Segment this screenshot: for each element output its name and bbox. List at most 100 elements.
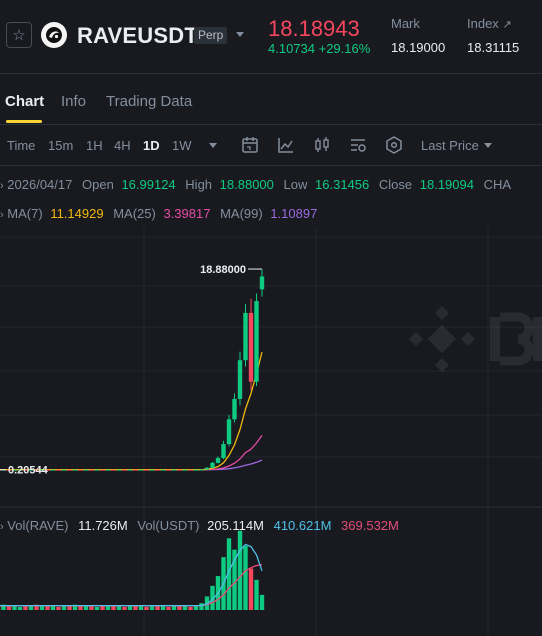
- tab-info[interactable]: Info: [61, 93, 86, 110]
- candle: [116, 469, 122, 471]
- low-value: 16.31456: [315, 177, 370, 192]
- volume-collapse-chevron-icon[interactable]: ›: [0, 521, 4, 533]
- volume-bar: [144, 606, 149, 610]
- hexagon-settings-icon[interactable]: [384, 135, 404, 155]
- ma-legend: › MA(7) 11.14929 MA(25) 3.39817 MA(99) 1…: [0, 206, 317, 221]
- index-price-label-text: Index: [467, 16, 499, 31]
- vol-usdt-value: 205.114M: [207, 518, 264, 533]
- volume-bar: [50, 606, 56, 610]
- candle: [83, 469, 89, 471]
- candle: [78, 469, 83, 471]
- volume-bar: [259, 594, 265, 610]
- candle: [155, 469, 160, 471]
- price-type-chevron-icon[interactable]: [484, 143, 492, 148]
- ma-collapse-chevron-icon[interactable]: ›: [0, 209, 4, 221]
- candle: [61, 469, 67, 471]
- timeframe-15m[interactable]: 15m: [48, 138, 73, 153]
- candle: [89, 469, 94, 471]
- candle: [188, 469, 193, 471]
- binance-watermark-logo: [408, 305, 542, 373]
- price-change: 4.10734 +29.16%: [268, 41, 371, 56]
- candle: [215, 458, 221, 463]
- volume-bar: [105, 606, 111, 610]
- candle: [94, 469, 100, 471]
- candle: [210, 462, 215, 468]
- candle: [237, 360, 243, 399]
- ma25-label: MA(25): [113, 206, 156, 221]
- candle: [177, 469, 182, 471]
- rave-logo-icon: [46, 27, 62, 43]
- volume-bar: [177, 606, 182, 610]
- timeframe-1h[interactable]: 1H: [86, 138, 103, 153]
- ma99-label: MA(99): [220, 206, 263, 221]
- vol-rave-value: 11.726M: [78, 518, 128, 533]
- candle: [160, 469, 166, 471]
- close-value: 18.19094: [419, 177, 474, 192]
- market-header: ☆ RAVEUSDT Perp 18.18943 4.10734 +29.16%…: [0, 0, 542, 74]
- symbol-name[interactable]: RAVEUSDT: [77, 23, 198, 49]
- favorite-star-icon[interactable]: ☆: [6, 22, 32, 48]
- candle: [171, 469, 177, 471]
- volume-bar: [166, 606, 171, 610]
- collapse-chevron-icon[interactable]: ›: [0, 180, 4, 192]
- tab-chart[interactable]: Chart: [5, 93, 44, 110]
- indicators-icon[interactable]: [276, 135, 296, 155]
- calendar-icon[interactable]: [240, 135, 260, 155]
- vol-ma10-value: 369.532M: [341, 518, 399, 533]
- candle: [50, 469, 56, 471]
- candle: [204, 467, 210, 470]
- candle: [221, 444, 226, 459]
- chart-toolbar: Time 15m 1H 4H 1D 1W Last Price: [0, 124, 542, 166]
- candle: [105, 469, 111, 471]
- timeframe-time[interactable]: Time: [7, 138, 35, 153]
- timeframe-more-chevron-icon[interactable]: [209, 143, 217, 148]
- ma7-value: 11.14929: [50, 206, 104, 221]
- timeframe-1d[interactable]: 1D: [143, 138, 160, 153]
- volume-bars-group: [0, 530, 265, 610]
- volume-bar: [6, 606, 12, 610]
- volume-bar: [248, 568, 254, 610]
- volume-bar: [111, 606, 116, 610]
- ohlc-legend: › 2026/04/17 Open 16.99124 High 18.88000…: [0, 177, 511, 192]
- volume-bar: [39, 606, 45, 610]
- volume-bar: [199, 603, 204, 610]
- chart-area[interactable]: 18.88000 0.20544 › 2026/04/17 Open 16.991…: [0, 167, 542, 636]
- chart-grid: [0, 227, 542, 636]
- timeframe-1w[interactable]: 1W: [172, 138, 192, 153]
- candle: [232, 398, 237, 420]
- index-price-label[interactable]: Index ↗: [467, 16, 512, 31]
- tab-trading-data[interactable]: Trading Data: [106, 93, 192, 110]
- tab-bar: Chart Info Trading Data: [0, 75, 542, 123]
- candle: [56, 469, 61, 471]
- symbol-dropdown-chevron-icon[interactable]: [236, 32, 244, 37]
- volume-legend: › Vol(RAVE) 11.726M Vol(USDT) 205.114M 4…: [0, 518, 399, 533]
- open-label: Open: [82, 177, 114, 192]
- candle: [226, 419, 232, 445]
- candle: [149, 469, 155, 471]
- timeframe-4h[interactable]: 4H: [114, 138, 131, 153]
- chart-settings-icon[interactable]: [348, 135, 368, 155]
- volume-bar: [138, 606, 144, 610]
- mark-price-value: 18.19000: [391, 40, 446, 55]
- candle: [259, 276, 265, 290]
- candle: [166, 469, 171, 471]
- index-price-value: 18.31115: [467, 40, 520, 55]
- candlestick-chart[interactable]: 18.88000 0.20544: [0, 167, 542, 636]
- price-type-selector[interactable]: Last Price: [421, 138, 479, 153]
- candle: [122, 469, 127, 471]
- volume-bar: [28, 606, 34, 610]
- candle: [193, 469, 199, 471]
- change-label: CHA: [483, 177, 512, 192]
- volume-bar: [56, 606, 61, 610]
- candle: [67, 469, 72, 471]
- close-label: Close: [378, 177, 413, 192]
- low-marker-label: 0.20544: [8, 465, 49, 477]
- candle: [144, 469, 149, 471]
- vol-rave-label: Vol(RAVE): [7, 518, 69, 533]
- candle: [248, 312, 254, 382]
- last-price: 18.18943: [268, 16, 360, 41]
- volume-bar: [89, 606, 94, 610]
- volume-bar: [182, 606, 188, 610]
- coin-logo: [41, 22, 67, 48]
- chart-type-candles-icon[interactable]: [312, 135, 332, 155]
